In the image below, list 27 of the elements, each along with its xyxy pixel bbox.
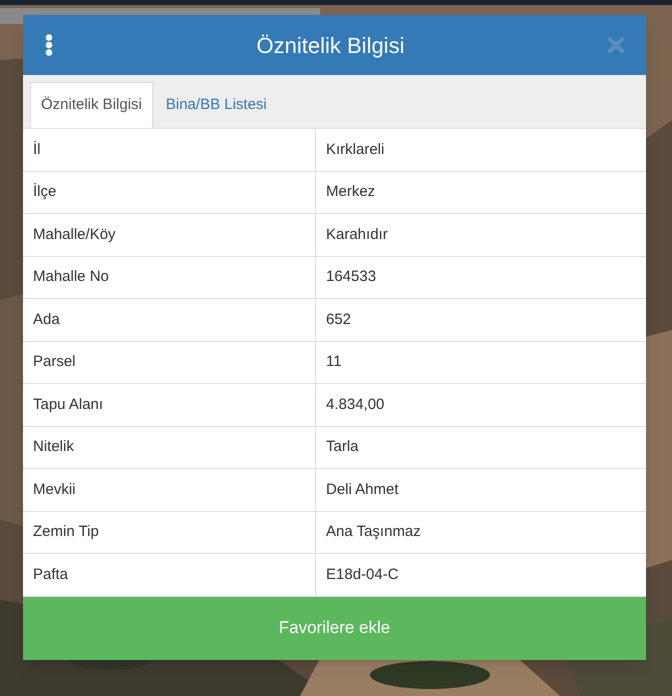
table-cell: Mahalle No [23,256,316,298]
add-favorites-button[interactable]: Favorilere ekle [23,596,646,660]
table-cell-text: 652 [325,310,352,330]
table-cell-text: 4.834,00 [325,394,386,414]
table-cell: Ada [23,299,316,340]
table-cell-text: Kırklareli [325,140,386,160]
table-cell: Parsel [23,342,316,383]
table-cell-text: 164533 [325,267,378,287]
table-cell: İlçe [23,172,316,213]
table-cell: Pafta [23,554,316,596]
table-cell-text: Deli Ahmet [325,480,400,500]
table-cell-text: E18d-04-C [325,564,400,584]
tab[interactable]: Bina/BB Listesi [152,82,280,128]
table-cell-text: Tarla [325,437,360,457]
table-cell-text: Merkez [325,182,376,202]
table-cell: Nitelik [23,426,316,468]
table-cell: Mahalle/Köy [23,214,316,256]
table-cell-text: Ana Taşınmaz [325,522,422,542]
table-cell-text: 11 [325,352,343,372]
dialog-title: Öznitelik Bilgisi [256,32,404,60]
menu-icon[interactable] [45,34,53,56]
table-cell: İl [23,129,316,170]
table-cell: Zemin Tip [23,512,316,553]
table-cell: Tapu Alanı [23,384,316,426]
tab[interactable]: Öznitelik Bilgisi [30,82,153,128]
table-cell-text: Karahıdır [325,224,389,244]
table-cell: Mevkii [23,469,316,510]
